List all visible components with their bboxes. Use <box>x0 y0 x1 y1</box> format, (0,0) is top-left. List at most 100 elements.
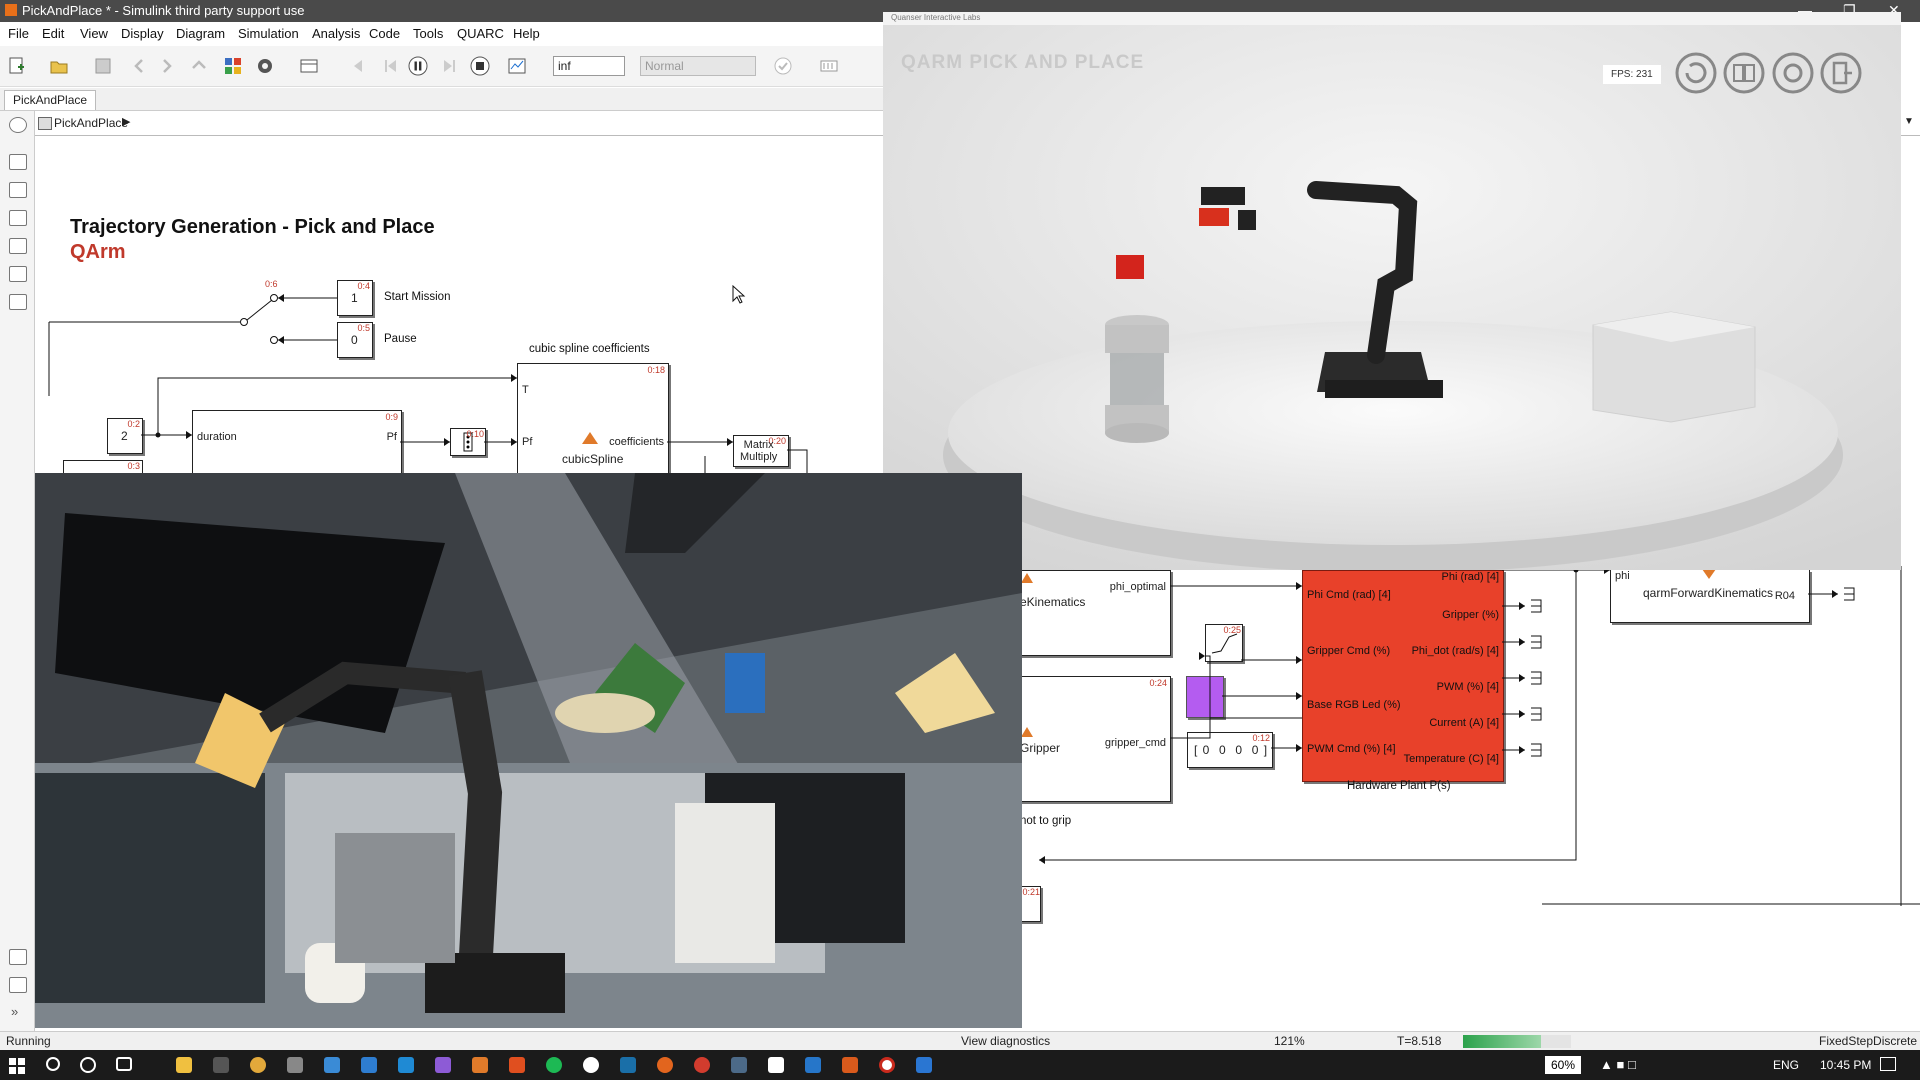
menu-help[interactable]: Help <box>513 26 540 41</box>
simulink-icon[interactable] <box>509 1057 525 1073</box>
upper-wires <box>141 374 808 476</box>
fps-counter: FPS: 231 <box>1603 65 1661 84</box>
model-explorer-icon[interactable] <box>298 55 320 77</box>
steam-icon[interactable] <box>620 1057 636 1073</box>
library-browser-icon[interactable] <box>222 55 244 77</box>
windows-taskbar: 60% ▲ ■ □ ENG 10:45 PM <box>0 1050 1920 1080</box>
simulation-mode-select[interactable]: Normal <box>640 56 756 76</box>
language-indicator[interactable]: ENG <box>1773 1058 1799 1072</box>
battery-percentage[interactable]: 60% <box>1545 1056 1582 1074</box>
app-icon-10[interactable] <box>916 1057 932 1073</box>
simulation-state: Running <box>6 1034 51 1048</box>
menu-display[interactable]: Display <box>121 26 164 41</box>
gear-icon[interactable] <box>1772 52 1814 94</box>
app-icon-5[interactable] <box>657 1057 673 1073</box>
breadcrumb-arrow-icon[interactable]: ▶ <box>122 115 130 128</box>
new-model-icon[interactable] <box>6 55 28 77</box>
mail-icon[interactable] <box>805 1057 821 1073</box>
windows-start-icon[interactable] <box>9 1058 25 1074</box>
menu-tools[interactable]: Tools <box>413 26 443 41</box>
menu-edit[interactable]: Edit <box>42 26 64 41</box>
exit-icon[interactable] <box>1820 52 1862 94</box>
spotify-icon[interactable] <box>546 1057 562 1073</box>
tab-pickandplace[interactable]: PickAndPlace <box>4 90 97 110</box>
app-icon-8[interactable] <box>768 1057 784 1073</box>
quanser-interactive-labs-window[interactable]: Quanser Interactive Labs QARM PICK AND P… <box>883 12 1901 570</box>
app-icon-4[interactable] <box>583 1057 599 1073</box>
step-back-icon[interactable] <box>346 55 368 77</box>
app-icon[interactable] <box>287 1057 303 1073</box>
model-settings-icon[interactable] <box>254 55 276 77</box>
build-icon[interactable] <box>818 55 840 77</box>
stop-icon[interactable] <box>469 55 491 77</box>
simulation-progress-bar <box>1463 1035 1571 1048</box>
menu-view[interactable]: View <box>80 26 108 41</box>
forward-icon[interactable] <box>156 55 178 77</box>
back-icon[interactable] <box>128 55 150 77</box>
app-icon-2[interactable] <box>324 1057 340 1073</box>
zoom-level: 121% <box>1274 1034 1305 1048</box>
chrome-icon[interactable] <box>250 1057 266 1073</box>
solver-name: FixedStepDiscrete <box>1819 1034 1918 1048</box>
menu-simulation[interactable]: Simulation <box>238 26 299 41</box>
matlab-icon[interactable] <box>472 1057 488 1073</box>
model-tab-strip: PickAndPlace <box>0 88 890 111</box>
menu-quarc[interactable]: QUARC <box>457 26 504 41</box>
model-advisor-icon[interactable] <box>772 55 794 77</box>
breadcrumb-model[interactable]: PickAndPlace <box>54 116 128 130</box>
view-diagnostics-link[interactable]: View diagnostics <box>961 1034 1050 1048</box>
cortana-icon[interactable] <box>80 1057 96 1073</box>
app-icon-9[interactable] <box>842 1057 858 1073</box>
task-view-icon[interactable] <box>116 1057 132 1071</box>
step-back-icon-2[interactable] <box>380 55 402 77</box>
breadcrumb-dropdown[interactable]: ▼ <box>1900 111 1920 136</box>
scope-icon[interactable] <box>506 55 528 77</box>
up-icon[interactable] <box>188 55 210 77</box>
pause-icon[interactable] <box>407 55 429 77</box>
simulink-app-icon <box>5 4 17 16</box>
breadcrumb: PickAndPlace ▶ <box>32 111 890 136</box>
system-tray-icons[interactable]: ▲ ■ □ <box>1600 1057 1636 1072</box>
mouse-cursor-icon <box>732 285 746 304</box>
simulation-time: T=8.518 <box>1397 1034 1442 1048</box>
property-inspector-icon[interactable] <box>9 977 27 993</box>
screenshot-icon[interactable] <box>9 949 27 965</box>
hide-browser-icon[interactable] <box>9 117 27 133</box>
book-icon[interactable] <box>1723 52 1765 94</box>
window-title: PickAndPlace * - Simulink third party su… <box>22 3 305 18</box>
search-icon[interactable] <box>46 1057 60 1071</box>
area-icon[interactable] <box>9 294 27 310</box>
menu-code[interactable]: Code <box>369 26 400 41</box>
menu-file[interactable]: File <box>8 26 29 41</box>
step-forward-icon[interactable] <box>438 55 460 77</box>
qlabs-3d-scene[interactable] <box>883 25 1901 570</box>
fit-view-icon[interactable] <box>9 182 27 198</box>
app-icon-6[interactable] <box>694 1057 710 1073</box>
terminal-icon[interactable] <box>213 1057 229 1073</box>
stop-time-field[interactable]: inf <box>553 56 625 76</box>
arrange-icon[interactable] <box>9 210 27 226</box>
save-icon[interactable] <box>92 55 114 77</box>
qlabs-window-title: Quanser Interactive Labs <box>891 13 981 22</box>
left-palette: » <box>0 111 35 1031</box>
reset-icon[interactable] <box>1675 52 1717 94</box>
record-icon[interactable] <box>879 1057 895 1073</box>
image-icon[interactable] <box>9 266 27 282</box>
progress-fill <box>1463 1035 1541 1048</box>
qlabs-title-bar: Quanser Interactive Labs <box>883 12 1901 25</box>
zoom-icon[interactable] <box>9 154 27 170</box>
notifications-icon[interactable] <box>1880 1057 1896 1071</box>
expand-palette-icon[interactable]: » <box>11 1004 18 1019</box>
app-icon-7[interactable] <box>731 1057 747 1073</box>
model-icon <box>38 117 52 130</box>
annotation-icon[interactable] <box>9 238 27 254</box>
file-explorer-icon[interactable] <box>176 1057 192 1073</box>
menu-diagram[interactable]: Diagram <box>176 26 225 41</box>
app-icon-3[interactable] <box>361 1057 377 1073</box>
vscode-icon[interactable] <box>398 1057 414 1073</box>
open-folder-icon[interactable] <box>48 55 70 77</box>
menu-analysis[interactable]: Analysis <box>312 26 360 41</box>
chevron-down-icon[interactable]: ▼ <box>1904 116 1914 127</box>
clock[interactable]: 10:45 PM <box>1820 1058 1871 1072</box>
visual-studio-icon[interactable] <box>435 1057 451 1073</box>
